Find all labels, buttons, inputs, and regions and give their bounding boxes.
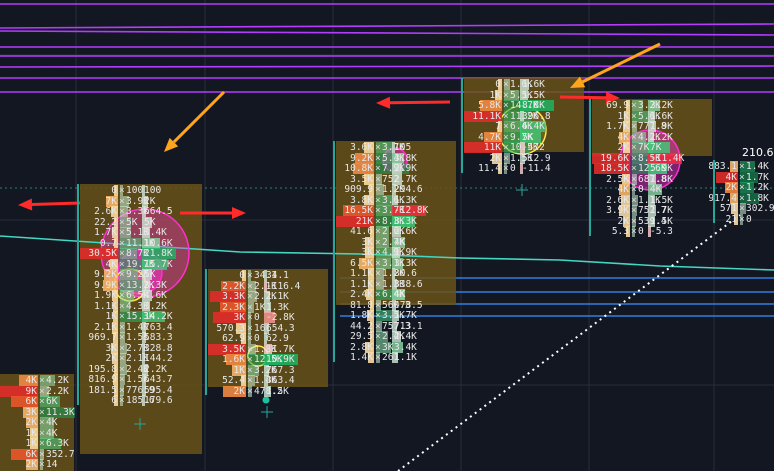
delta-value: 1.5K xyxy=(266,385,289,397)
footprint-row[interactable]: 2K × 14 xyxy=(0,458,74,471)
candle-body xyxy=(205,269,207,395)
price-label: 210.6 xyxy=(742,146,774,159)
footprint-row[interactable]: 6 × 185.6 179.6 xyxy=(80,394,176,407)
times-separator: × xyxy=(739,213,745,225)
bid-volume: 1.4K xyxy=(350,352,373,363)
bid-volume: 11.4 xyxy=(478,163,501,174)
arrow-head xyxy=(18,198,33,211)
ask-volume: 0 xyxy=(638,226,644,237)
delta-value: -5.3 xyxy=(650,226,673,237)
price-level-line xyxy=(0,30,774,36)
footprint-row[interactable]: 1.4K × 261 1.1K xyxy=(336,351,426,364)
bid-volume: 2K xyxy=(25,459,37,470)
times-separator: × xyxy=(503,163,509,174)
candle-body xyxy=(333,141,335,362)
price-level-line xyxy=(0,23,774,29)
price-level-line xyxy=(0,65,774,68)
footprint-row[interactable]: 11.4 × 0 -11.4 xyxy=(464,162,554,175)
bid-volume: 6 xyxy=(111,395,117,406)
ask-volume: 14 xyxy=(46,459,58,470)
times-separator: × xyxy=(119,395,125,406)
delta-value: -11.4 xyxy=(522,163,551,174)
candle-body xyxy=(713,160,715,223)
bid-volume: 5.3 xyxy=(611,226,629,237)
arrow-shaft xyxy=(31,201,81,207)
candle-body xyxy=(589,99,591,236)
footprint-row[interactable]: 21 × 0 xyxy=(716,213,774,226)
arrow-shaft xyxy=(581,42,661,84)
times-separator: × xyxy=(39,459,45,470)
footprint-row[interactable]: 5.3 × 0 -5.3 xyxy=(592,225,682,238)
times-separator: × xyxy=(247,385,253,397)
delta-value: 179.6 xyxy=(144,395,173,406)
bid-volume: 21 xyxy=(725,213,737,225)
arrow-head xyxy=(376,96,391,109)
bid-volume: 2K xyxy=(233,385,245,397)
arrow-shaft xyxy=(172,90,226,144)
arrow-shaft xyxy=(559,95,607,100)
candle-body xyxy=(77,184,79,405)
candle-body xyxy=(461,78,463,173)
footprint-chart[interactable]: 4K × 4.2K 9K × 2.2K 6K × 6K 3K × 11.3K 2K × 4K 1K × 4K 1K ×… xyxy=(0,0,774,471)
ask-volume: 0 xyxy=(510,163,516,174)
arrow-head xyxy=(232,207,246,219)
dot-marker xyxy=(262,396,270,404)
footprint-row[interactable]: 2K × 478.2 1.5K xyxy=(208,385,298,398)
times-separator: × xyxy=(631,226,637,237)
ask-volume: 0 xyxy=(746,213,752,225)
arrow-shaft xyxy=(389,100,451,105)
delta-value: 1.1K xyxy=(394,352,417,363)
times-separator: × xyxy=(375,352,381,363)
